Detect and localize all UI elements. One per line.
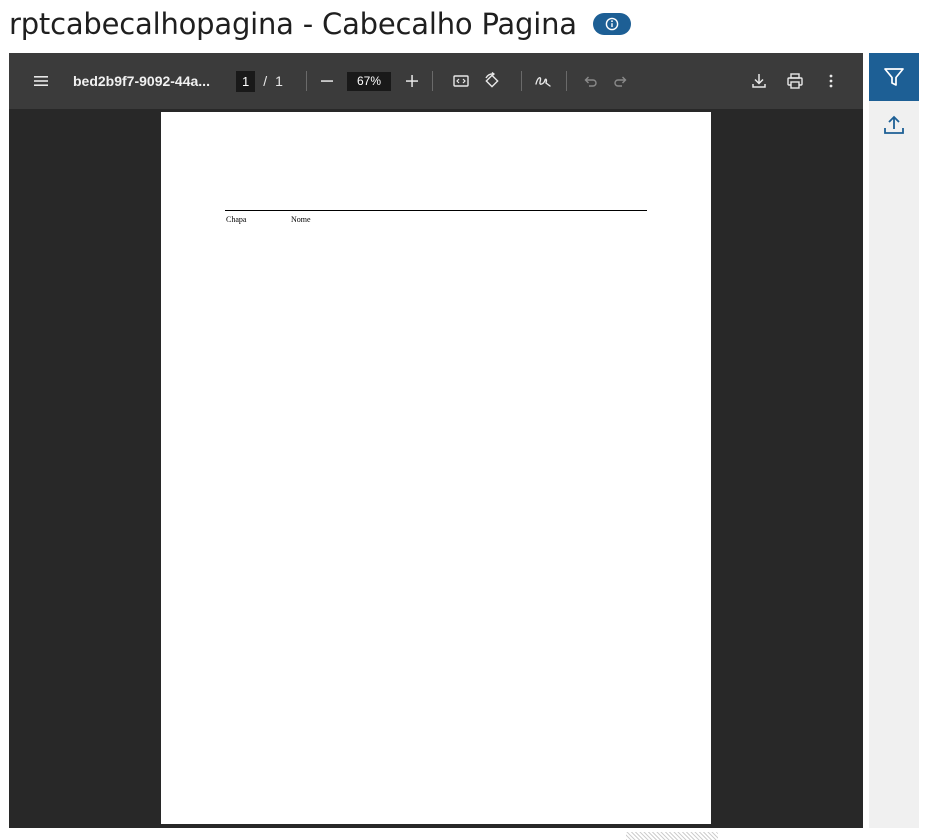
rotate-button[interactable] <box>482 53 502 109</box>
document-page: Chapa Nome <box>161 112 711 824</box>
plus-icon <box>406 75 418 87</box>
pdf-toolbar: bed2b9f7-9092-44a... 1 / 1 67% <box>9 53 863 109</box>
fit-to-page-icon <box>453 75 469 87</box>
rotate-icon <box>485 72 499 88</box>
column-header-chapa: Chapa <box>226 215 247 224</box>
more-vertical-icon <box>829 74 833 88</box>
info-button[interactable] <box>592 13 631 35</box>
zoom-in-button[interactable] <box>402 53 422 109</box>
print-icon <box>787 73 803 89</box>
toolbar-divider <box>566 71 567 91</box>
redo-icon <box>614 76 627 87</box>
header-rule <box>225 210 647 211</box>
filter-button[interactable] <box>869 53 919 101</box>
zoom-input[interactable]: 67% <box>347 71 391 91</box>
fit-to-page-button[interactable] <box>451 53 471 109</box>
download-icon <box>752 74 766 88</box>
toolbar-divider <box>306 71 307 91</box>
file-name: bed2b9f7-9092-44a... <box>73 73 210 89</box>
upload-button[interactable] <box>869 105 919 145</box>
total-pages: 1 <box>275 73 283 89</box>
hamburger-menu-icon <box>34 76 48 86</box>
undo-button[interactable] <box>580 53 600 109</box>
download-button[interactable] <box>749 53 769 109</box>
page-title: rptcabecalhopagina - Cabecalho Pagina <box>9 7 577 41</box>
resize-handle[interactable] <box>626 832 718 840</box>
right-sidebar <box>869 53 919 828</box>
page-number-group: 1 / 1 <box>236 53 283 109</box>
undo-icon <box>584 76 597 87</box>
toolbar-divider <box>521 71 522 91</box>
filter-icon <box>884 68 904 86</box>
menu-button[interactable] <box>29 53 53 109</box>
zoom-field-container: 67% <box>347 53 391 109</box>
draw-icon <box>535 77 551 87</box>
page-header: rptcabecalhopagina - Cabecalho Pagina <box>9 2 631 46</box>
pdf-viewer: bed2b9f7-9092-44a... 1 / 1 67% Chapa Nom… <box>9 53 863 828</box>
redo-button[interactable] <box>611 53 631 109</box>
print-button[interactable] <box>785 53 805 109</box>
more-options-button[interactable] <box>821 53 841 109</box>
page-number-input[interactable]: 1 <box>236 70 256 92</box>
zoom-out-button[interactable] <box>317 53 337 109</box>
toolbar-divider <box>432 71 433 91</box>
minus-icon <box>321 80 333 82</box>
page-separator: / <box>263 73 268 89</box>
column-header-nome: Nome <box>291 215 311 224</box>
upload-icon <box>884 115 904 134</box>
info-icon <box>605 17 619 31</box>
annotate-button[interactable] <box>533 53 553 109</box>
file-name-container: bed2b9f7-9092-44a... <box>73 53 210 109</box>
